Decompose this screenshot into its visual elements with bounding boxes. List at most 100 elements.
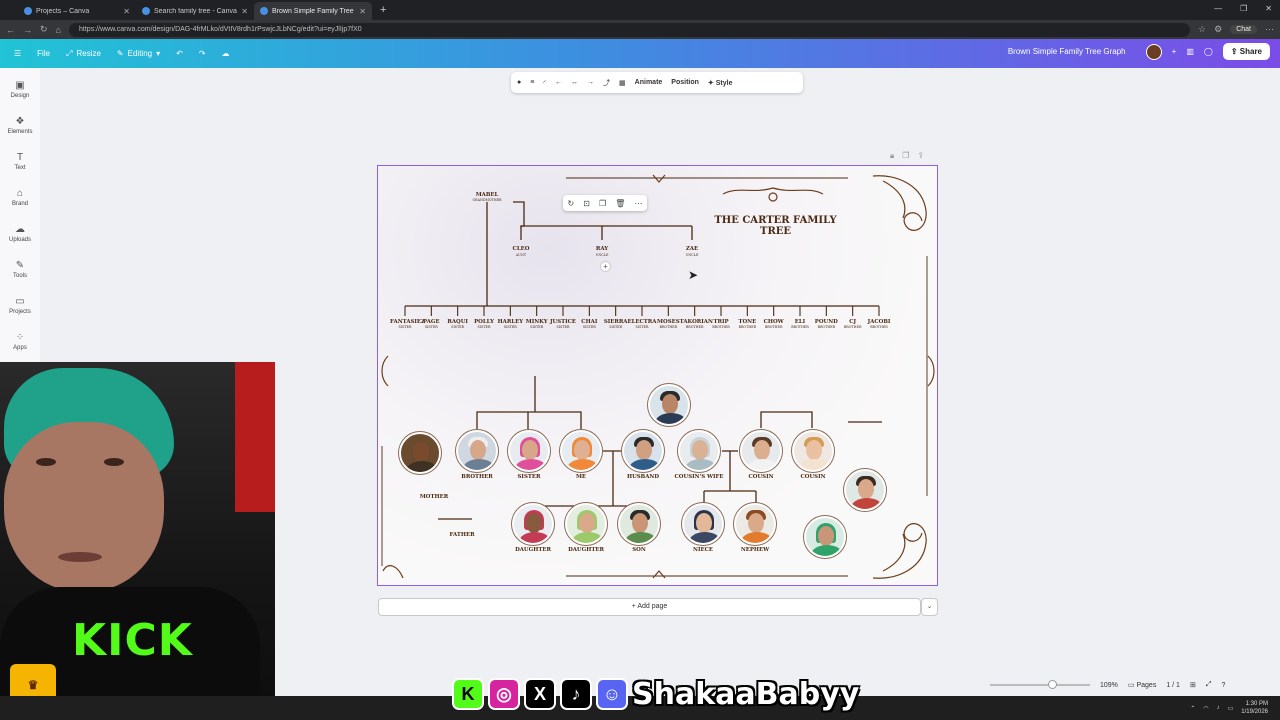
label-niece[interactable]: NIECE	[673, 547, 733, 553]
extensions-icon[interactable]: ⚙	[1214, 24, 1222, 35]
sidebar-item-design[interactable]: ▣ Design	[0, 80, 40, 99]
share-button[interactable]: ⇪ Share	[1222, 43, 1270, 60]
sidebar-item-apps[interactable]: ⁘ Apps	[0, 332, 40, 351]
label-daughter[interactable]: DAUGHTER	[556, 547, 616, 553]
zoom-value[interactable]: 109%	[1100, 682, 1118, 689]
star-icon[interactable]: ☆	[1198, 24, 1206, 35]
photo-daughter[interactable]	[565, 503, 607, 545]
volume-icon[interactable]: ♪	[1217, 705, 1220, 711]
close-icon[interactable]: ✕	[359, 7, 366, 16]
close-icon[interactable]: ✕	[123, 7, 130, 16]
photo-niece[interactable]	[682, 503, 724, 545]
back-icon[interactable]: ←	[6, 25, 15, 35]
close-icon[interactable]: ✕	[241, 7, 248, 16]
sidebar-item-elements[interactable]: ❖ Elements	[0, 116, 40, 135]
style-button[interactable]: ✦ Style	[708, 79, 733, 87]
photo-brother[interactable]	[456, 430, 498, 472]
lock-icon[interactable]: ⊡	[583, 199, 590, 208]
lock-icon[interactable]: 🔒︎	[890, 151, 894, 161]
menu-dots-icon[interactable]: ⋯	[1265, 24, 1274, 35]
photo-husband[interactable]	[622, 430, 664, 472]
reload-icon[interactable]: ↻	[40, 24, 48, 35]
photo-cousins-wife[interactable]	[678, 430, 720, 472]
analytics-icon[interactable]: ▥	[1186, 47, 1194, 56]
sibling-role[interactable]: BROTHER	[864, 325, 894, 329]
label-sister[interactable]: SISTER	[499, 474, 559, 480]
home-icon[interactable]: ⌂	[56, 25, 61, 35]
design-page[interactable]: THE CARTER FAMILY TREE MABEL GRANDMOTHER…	[377, 165, 938, 586]
sidebar-item-uploads[interactable]: ☁ Uploads	[0, 224, 40, 243]
chevron-down-icon[interactable]: ⌄	[921, 598, 938, 616]
photo-top-man[interactable]	[648, 384, 690, 426]
label-brother[interactable]: BROTHER	[447, 474, 507, 480]
label-daughter[interactable]: DAUGHTER	[503, 547, 563, 553]
label-cousin[interactable]: COUSIN	[783, 474, 843, 480]
chat-button[interactable]: Chat	[1230, 25, 1257, 34]
tab-search[interactable]: Search family tree - Canva ✕	[136, 2, 254, 20]
label-mother[interactable]: MOTHER	[404, 494, 464, 500]
tree-title[interactable]: THE CARTER FAMILY TREE	[708, 215, 843, 237]
line-end-arrow-icon[interactable]: →	[587, 79, 594, 86]
photo-mother[interactable]	[399, 432, 441, 474]
close-window-icon[interactable]: ✕	[1265, 4, 1272, 13]
uncle-name[interactable]: RAY	[588, 246, 616, 252]
photo-nephew[interactable]	[734, 503, 776, 545]
help-icon[interactable]: ?	[1221, 682, 1225, 689]
photo-me[interactable]	[560, 430, 602, 472]
hamburger-icon[interactable]: ☰	[0, 49, 29, 58]
comment-icon[interactable]: ◯	[1204, 47, 1213, 56]
new-tab-icon[interactable]: +	[372, 4, 394, 16]
tab-projects[interactable]: Projects – Canva ✕	[18, 2, 136, 20]
battery-icon[interactable]: ▭	[1228, 705, 1234, 712]
elbow-line-icon[interactable]: ⤴	[603, 78, 610, 88]
undo-icon[interactable]: ↶	[168, 49, 191, 58]
editing-button[interactable]: ✎ Editing ▾	[109, 49, 168, 58]
fullscreen-icon[interactable]: ⤢	[1206, 681, 1212, 689]
photo-bottom-right[interactable]	[804, 516, 846, 558]
aunt-role[interactable]: AUNT	[507, 253, 535, 257]
photo-sister[interactable]	[508, 430, 550, 472]
uncle-name[interactable]: ZAE	[678, 246, 706, 252]
sidebar-item-text[interactable]: T Text	[0, 152, 40, 171]
photo-right-man[interactable]	[844, 469, 886, 511]
clock[interactable]: 1:30 PM 1/19/2026	[1241, 700, 1268, 716]
label-nephew[interactable]: NEPHEW	[725, 547, 785, 553]
pages-button[interactable]: ▭ Pages	[1128, 681, 1156, 689]
line-curve-icon[interactable]: ◜	[543, 79, 546, 87]
delete-icon[interactable]: 🗑︎	[615, 199, 625, 208]
sidebar-item-tools[interactable]: ✎ Tools	[0, 260, 40, 279]
tab-family-tree[interactable]: Brown Simple Family Tree Graph ✕	[254, 2, 372, 20]
uncle-role[interactable]: UNCLE	[678, 253, 706, 257]
position-button[interactable]: Position	[671, 79, 699, 86]
wifi-icon[interactable]: ◠	[1203, 705, 1208, 712]
label-cousin[interactable]: COUSIN	[731, 474, 791, 480]
label-father[interactable]: FATHER	[432, 532, 492, 538]
photo-daughter[interactable]	[512, 503, 554, 545]
animate-button[interactable]: Animate	[635, 79, 663, 86]
photo-son[interactable]	[618, 503, 660, 545]
resize-button[interactable]: ⤢ Resize	[58, 49, 109, 59]
chevron-up-icon[interactable]: ⌃	[1190, 705, 1195, 712]
zoom-knob[interactable]	[1048, 680, 1057, 689]
doc-title[interactable]: Brown Simple Family Tree Graph	[1008, 47, 1126, 56]
maximize-icon[interactable]: ❐	[1240, 4, 1247, 13]
add-page-button[interactable]: + Add page	[378, 598, 921, 616]
url-input[interactable]: https://www.canva.com/design/DAG-4frMLko…	[68, 22, 1191, 37]
label-son[interactable]: SON	[609, 547, 669, 553]
cloud-save-icon[interactable]: ☁	[214, 49, 238, 58]
sidebar-item-brand[interactable]: ⌂ Brand	[0, 188, 40, 207]
line-color-icon[interactable]: ●	[517, 79, 521, 86]
aunt-name[interactable]: CLEO	[507, 246, 535, 252]
sidebar-item-projects[interactable]: ▭ Projects	[0, 296, 40, 315]
line-start-arrow-icon[interactable]: ←	[555, 79, 562, 86]
forward-icon[interactable]: →	[23, 25, 32, 35]
grid-view-icon[interactable]: ⊞	[1190, 681, 1196, 689]
zoom-slider[interactable]	[990, 680, 1090, 689]
add-collaborator-icon[interactable]: +	[1172, 47, 1177, 56]
line-weight-icon[interactable]: ≡	[530, 79, 534, 86]
avatar[interactable]	[1145, 43, 1162, 60]
minimize-icon[interactable]: —	[1214, 4, 1222, 13]
photo-cousin[interactable]	[740, 430, 782, 472]
swap-ends-icon[interactable]: ↔	[571, 79, 578, 86]
photo-cousin[interactable]	[792, 430, 834, 472]
